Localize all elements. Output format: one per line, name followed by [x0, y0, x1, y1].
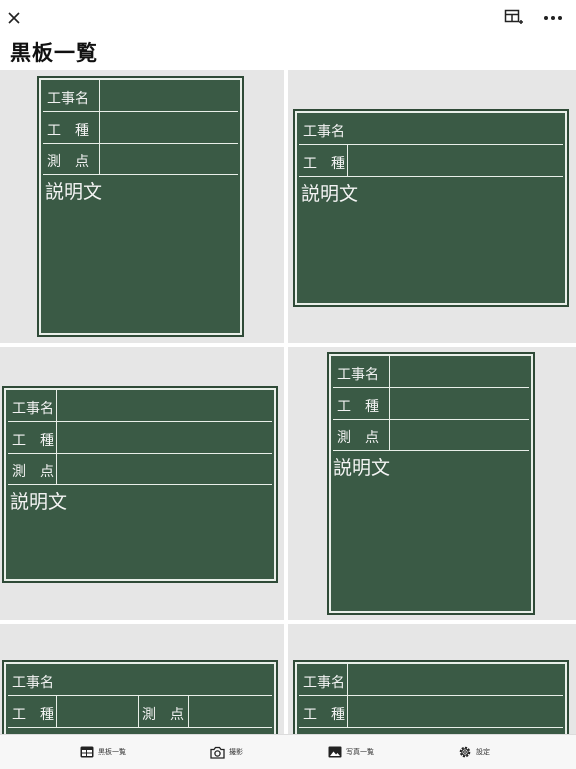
work-type-label: 工 種: [12, 433, 54, 449]
point-row: 測 点: [333, 420, 529, 451]
more-icon[interactable]: [543, 15, 563, 21]
tab-label: 黒板一覧: [98, 748, 126, 756]
close-icon[interactable]: [7, 11, 21, 25]
point-row: 測 点: [43, 144, 238, 175]
work-name-label: 工事名: [337, 367, 379, 383]
blackboard: 工事名 工 種 測 点 説明文: [37, 76, 244, 337]
blackboard: 工事名 工 種 測 点: [2, 660, 278, 734]
board-template-2[interactable]: 工事名 工 種 説明文: [288, 70, 576, 343]
work-name-label: 工事名: [303, 124, 345, 140]
work-type-row: 工 種: [299, 696, 563, 728]
work-name-label: 工事名: [12, 401, 54, 417]
tab-board-list[interactable]: 黒板一覧: [80, 735, 126, 769]
tab-photo-list[interactable]: 写真一覧: [328, 735, 374, 769]
work-name-row: 工事名: [299, 113, 563, 145]
board-template-1[interactable]: 工事名 工 種 測 点 説明文: [0, 70, 284, 343]
work-type-label: 工 種: [337, 399, 379, 415]
work-type-row: 工 種 測 点: [8, 696, 272, 728]
work-type-row: 工 種: [8, 422, 272, 454]
work-name-label: 工事名: [303, 675, 345, 691]
board-grid: 工事名 工 種 測 点 説明文 工事名 工 種 説明文 工事名 工 種 測 点 …: [0, 70, 576, 734]
blackboard: 工事名 工 種 測 点 説明文: [2, 386, 278, 583]
work-type-label: 工 種: [47, 123, 89, 139]
description-label: 説明文: [301, 183, 359, 205]
blackboard: 工事名 工 種 説明文: [293, 109, 569, 307]
top-bar: [0, 0, 576, 36]
camera-icon: [210, 746, 225, 759]
gear-icon: [459, 746, 471, 758]
description-label: 説明文: [10, 491, 68, 513]
description-label: 説明文: [333, 457, 391, 479]
work-type-row: 工 種: [333, 388, 529, 420]
point-label: 測 点: [47, 154, 89, 170]
tab-label: 撮影: [229, 748, 243, 756]
work-name-label: 工事名: [12, 675, 54, 691]
work-name-label: 工事名: [47, 91, 89, 107]
board-template-6[interactable]: 工事名 工 種: [288, 624, 576, 734]
tab-label: 写真一覧: [346, 748, 374, 756]
point-label: 測 点: [12, 464, 54, 480]
work-name-row: 工事名: [8, 390, 272, 422]
board-list-icon: [80, 746, 94, 758]
description-label: 説明文: [45, 181, 103, 203]
tab-bar: 黒板一覧 撮影 写真一覧 設定: [0, 734, 576, 769]
point-label: 測 点: [142, 707, 184, 723]
tab-label: 設定: [476, 748, 490, 756]
point-label: 測 点: [337, 430, 379, 446]
page-title: 黒板一覧: [10, 41, 98, 65]
photo-list-icon: [328, 746, 342, 758]
board-template-4[interactable]: 工事名 工 種 測 点 説明文: [288, 347, 576, 620]
work-name-row: 工事名: [333, 356, 529, 388]
board-template-3[interactable]: 工事名 工 種 測 点 説明文: [0, 347, 284, 620]
work-name-row: 工事名: [299, 664, 563, 696]
work-name-row: 工事名: [8, 664, 272, 696]
tab-settings[interactable]: 設定: [458, 735, 490, 769]
board-template-5[interactable]: 工事名 工 種 測 点: [0, 624, 284, 734]
point-row: 測 点: [8, 454, 272, 485]
work-type-label: 工 種: [303, 156, 345, 172]
add-board-icon[interactable]: [504, 9, 524, 27]
blackboard: 工事名 工 種: [293, 660, 569, 734]
work-name-row: 工事名: [43, 80, 238, 112]
work-type-row: 工 種: [299, 145, 563, 177]
work-type-label: 工 種: [303, 707, 345, 723]
work-type-label: 工 種: [12, 707, 54, 723]
work-type-row: 工 種: [43, 112, 238, 144]
blackboard: 工事名 工 種 測 点 説明文: [327, 352, 535, 615]
tab-camera[interactable]: 撮影: [210, 735, 243, 769]
